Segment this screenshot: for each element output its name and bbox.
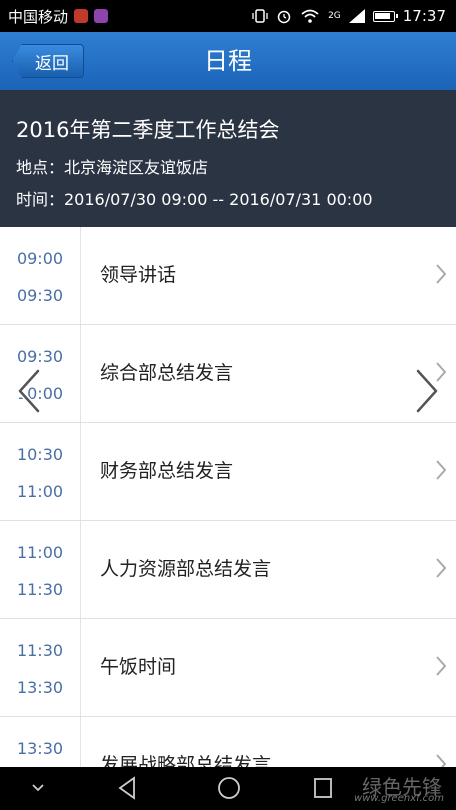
event-header: 2016年第二季度工作总结会 地点：北京海淀区友谊饭店 时间：2016/07/3… [0, 90, 456, 227]
next-arrow-icon[interactable] [412, 368, 442, 414]
wifi-icon [301, 9, 319, 23]
agenda-time-column: 11:30 13:30 [0, 619, 81, 716]
agenda-end-time: 13:30 [16, 678, 64, 697]
vibrate-icon [252, 9, 268, 23]
agenda-title: 领导讲话 [100, 264, 177, 286]
chevron-right-icon [436, 264, 446, 284]
watermark-url: www.greenxf.com [354, 793, 444, 804]
agenda-start-time: 09:30 [16, 347, 64, 366]
notification-app-icon [94, 9, 109, 23]
agenda-title: 发展战略部总结发言 [100, 754, 272, 767]
agenda-end-time: 09:30 [16, 286, 64, 305]
agenda-item[interactable]: 09:30 10:00 综合部总结发言 [0, 325, 456, 423]
agenda-item[interactable]: 09:00 09:30 领导讲话 [0, 227, 456, 325]
collapse-down-icon[interactable] [30, 767, 46, 810]
agenda-end-time: 11:00 [16, 482, 64, 501]
agenda-list: 09:00 09:30 领导讲话 09:30 10:00 综合部总结发言 10:… [0, 227, 456, 767]
agenda-time-column: 13:30 [0, 717, 81, 767]
agenda-title: 综合部总结发言 [100, 362, 234, 384]
agenda-title: 财务部总结发言 [100, 460, 234, 482]
chevron-right-icon [436, 460, 446, 480]
agenda-start-time: 10:30 [16, 445, 64, 464]
agenda-time-column: 11:00 11:30 [0, 521, 81, 618]
status-bar: 中国移动 2G 17:37 [0, 0, 456, 32]
battery-icon [372, 10, 398, 22]
event-time: 时间：2016/07/30 09:00 -- 2016/07/31 00:00 [16, 190, 373, 209]
agenda-time-column: 09:00 09:30 [0, 227, 81, 324]
back-triangle-icon[interactable] [116, 767, 138, 810]
network-type: 2G [328, 11, 341, 21]
agenda-title: 人力资源部总结发言 [100, 558, 272, 580]
system-navigation-bar: 绿色先锋 www.greenxf.com [0, 767, 456, 810]
agenda-title: 午饭时间 [100, 656, 177, 678]
clock: 17:37 [402, 7, 446, 25]
chevron-right-icon [436, 656, 446, 676]
chevron-right-icon [436, 558, 446, 578]
agenda-start-time: 11:30 [16, 641, 64, 660]
agenda-start-time: 13:30 [16, 739, 64, 758]
recents-square-icon[interactable] [312, 767, 334, 810]
agenda-item[interactable]: 11:00 11:30 人力资源部总结发言 [0, 521, 456, 619]
previous-arrow-icon[interactable] [14, 368, 44, 414]
signal-icon [348, 9, 365, 23]
agenda-start-time: 11:00 [16, 543, 64, 562]
notification-app-icon [74, 9, 89, 23]
event-title: 2016年第二季度工作总结会 [16, 118, 280, 142]
chevron-right-icon [436, 754, 446, 767]
back-button[interactable]: 返回 [12, 44, 84, 78]
home-circle-icon[interactable] [216, 767, 242, 810]
agenda-time-column: 10:30 11:00 [0, 423, 81, 520]
event-location: 地点：北京海淀区友谊饭店 [16, 158, 209, 177]
agenda-start-time: 09:00 [16, 249, 64, 268]
carrier-name: 中国移动 [8, 7, 69, 26]
agenda-end-time: 11:30 [16, 580, 64, 599]
navigation-bar: 日程 返回 [0, 32, 456, 90]
alarm-icon [277, 10, 291, 24]
agenda-item[interactable]: 13:30 发展战略部总结发言 [0, 717, 456, 767]
agenda-item[interactable]: 10:30 11:00 财务部总结发言 [0, 423, 456, 521]
agenda-item[interactable]: 11:30 13:30 午饭时间 [0, 619, 456, 717]
